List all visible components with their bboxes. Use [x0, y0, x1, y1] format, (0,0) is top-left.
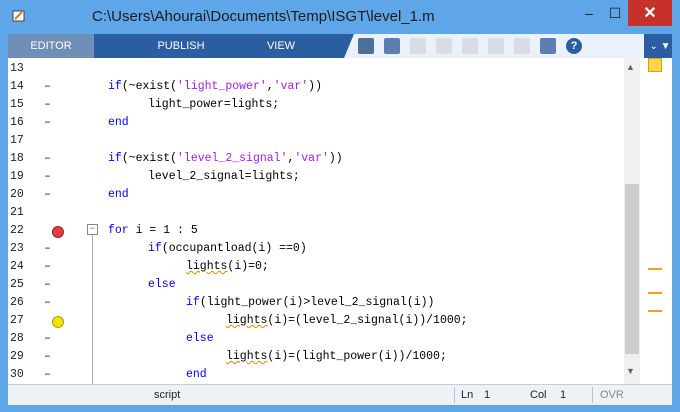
- copy-icon[interactable]: [436, 38, 452, 54]
- scrollbar-thumb[interactable]: [625, 184, 639, 354]
- breakpoint-slot[interactable]: –: [44, 348, 51, 366]
- breakpoint-slot[interactable]: –: [44, 96, 51, 114]
- line-value: 1: [484, 389, 491, 401]
- breakpoint-slot[interactable]: –: [44, 240, 51, 258]
- line-number: 29: [10, 350, 24, 363]
- line-number: 26: [10, 296, 24, 309]
- code-line-29: lights(i)=(light_power(i))/1000;: [226, 350, 447, 363]
- warning-marker[interactable]: [648, 310, 662, 312]
- file-type-label: script: [154, 389, 181, 401]
- toolstrip-overflow-icon[interactable]: ⌄ ▼: [648, 34, 672, 58]
- line-number: 30: [10, 368, 24, 381]
- status-bar: script Ln 1 Col 1 OVR: [8, 384, 672, 405]
- code-line-14: if(~exist('light_power','var')): [108, 80, 322, 93]
- line-number: 24: [10, 260, 24, 273]
- code-line-30: end: [186, 368, 207, 381]
- code-line-20: end: [108, 188, 129, 201]
- save-icon[interactable]: [384, 38, 400, 54]
- paste-icon[interactable]: [462, 38, 478, 54]
- line-number: 18: [10, 152, 24, 165]
- scroll-down-icon[interactable]: ▼: [626, 366, 635, 376]
- warning-marker[interactable]: [648, 292, 662, 294]
- warning-marker[interactable]: [648, 268, 662, 270]
- code-line-16: end: [108, 116, 129, 129]
- breakpoint-slot[interactable]: –: [44, 168, 51, 186]
- help-icon[interactable]: ?: [566, 38, 582, 54]
- code-line-15: light_power=lights;: [148, 98, 280, 111]
- breakpoint-slot[interactable]: –: [44, 186, 51, 204]
- switch-windows-icon[interactable]: [540, 38, 556, 54]
- code-line-23: if(occupantload(i) ==0): [148, 242, 307, 255]
- message-marker-bar[interactable]: [640, 58, 672, 384]
- line-number: 16: [10, 116, 24, 129]
- line-number: 23: [10, 242, 24, 255]
- code-line-19: level_2_signal=lights;: [148, 170, 300, 183]
- tab-editor[interactable]: EDITOR: [8, 34, 94, 58]
- breakpoint-slot[interactable]: –: [44, 294, 51, 312]
- status-separator: [454, 387, 455, 403]
- line-number: 20: [10, 188, 24, 201]
- line-number: 25: [10, 278, 24, 291]
- line-number-gutter[interactable]: 13 14 – 15 – 16 – 17 18 – 19 – 20 – 21 22 23 – 24 – 25 – 26 – 27…: [8, 58, 76, 384]
- tab-publish[interactable]: PUBLISH: [146, 34, 216, 58]
- breakpoint-slot[interactable]: –: [44, 114, 51, 132]
- line-number: 15: [10, 98, 24, 111]
- tab-view[interactable]: VIEW: [260, 34, 302, 58]
- code-line-26: if(light_power(i)>level_2_signal(i)): [186, 296, 435, 309]
- line-number: 17: [10, 134, 24, 147]
- column-label: Col: [530, 389, 547, 401]
- pencil-icon[interactable]: [358, 38, 374, 54]
- line-number: 22: [10, 224, 24, 237]
- code-line-24: lights(i)=0;: [186, 260, 269, 273]
- code-area[interactable]: if(~exist('light_power','var')) light_po…: [76, 58, 624, 384]
- overwrite-mode-indicator: OVR: [600, 389, 624, 401]
- code-line-27: lights(i)=(level_2_signal(i))/1000;: [226, 314, 468, 327]
- breakpoint-slot[interactable]: –: [44, 330, 51, 348]
- breakpoint-slot[interactable]: –: [44, 78, 51, 96]
- line-number: 13: [10, 62, 24, 75]
- quick-access-toolbar: ?: [344, 34, 644, 58]
- breakpoint-slot[interactable]: –: [44, 276, 51, 294]
- conditional-breakpoint-icon[interactable]: [52, 316, 64, 328]
- window-title: C:\Users\Ahourai\Documents\Temp\ISGT\lev…: [92, 8, 435, 25]
- status-separator: [592, 387, 593, 403]
- line-number: 14: [10, 80, 24, 93]
- cut-icon[interactable]: [410, 38, 426, 54]
- breakpoint-slot[interactable]: –: [44, 150, 51, 168]
- redo-icon[interactable]: [514, 38, 530, 54]
- maximize-button[interactable]: ☐: [602, 0, 628, 26]
- message-indicator-icon[interactable]: [648, 58, 662, 72]
- matlab-editor-icon: [12, 10, 25, 22]
- editor-window: C:\Users\Ahourai\Documents\Temp\ISGT\lev…: [0, 0, 680, 412]
- code-editor[interactable]: 13 14 – 15 – 16 – 17 18 – 19 – 20 – 21 22 23 – 24 – 25 – 26 – 27…: [8, 58, 672, 384]
- breakpoint-slot[interactable]: –: [44, 258, 51, 276]
- title-bar[interactable]: C:\Users\Ahourai\Documents\Temp\ISGT\lev…: [0, 0, 680, 34]
- line-number: 21: [10, 206, 24, 219]
- scroll-up-icon[interactable]: ▲: [626, 62, 635, 72]
- column-value: 1: [560, 389, 567, 401]
- minimize-button[interactable]: –: [576, 0, 602, 26]
- code-line-18: if(~exist('level_2_signal','var')): [108, 152, 343, 165]
- toolstrip: EDITOR PUBLISH VIEW ? ⌄ ▼: [8, 34, 672, 58]
- code-line-25: else: [148, 278, 176, 291]
- line-label: Ln: [461, 389, 474, 401]
- line-number: 27: [10, 314, 24, 327]
- line-number: 28: [10, 332, 24, 345]
- close-button[interactable]: ✕: [628, 0, 672, 26]
- breakpoint-slot[interactable]: –: [44, 366, 51, 384]
- code-line-28: else: [186, 332, 214, 345]
- line-number: 19: [10, 170, 24, 183]
- undo-icon[interactable]: [488, 38, 504, 54]
- code-line-22: for i = 1 : 5: [108, 224, 198, 237]
- breakpoint-icon[interactable]: [52, 226, 64, 238]
